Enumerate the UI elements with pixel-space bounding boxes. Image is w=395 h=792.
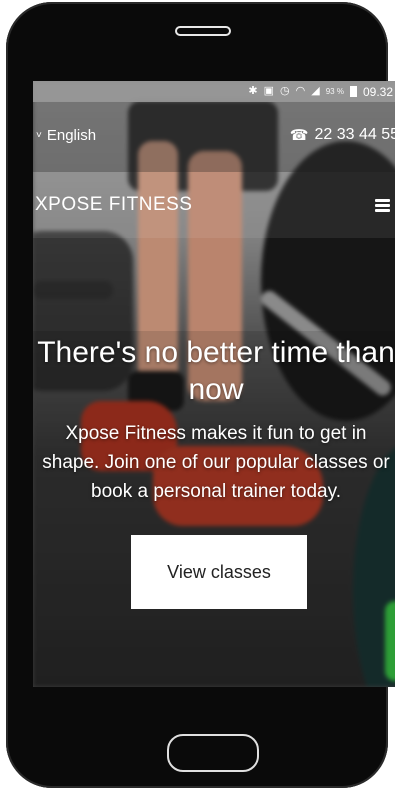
phone-speaker [175,26,231,36]
phone-frame: ✱ ▣ ◷ ◠ ◢ 93 % 09.32 ˅ English ☎ 22 33 4… [6,2,395,788]
phone-number: 22 33 44 55 [314,126,395,143]
phone-link[interactable]: ☎ 22 33 44 55 [290,126,395,144]
chevron-down-icon: ˅ [36,130,42,141]
hero-title: There's no better time than now [37,336,395,406]
signal-icon: ◢ [311,85,320,97]
status-bar: ✱ ▣ ◷ ◠ ◢ 93 % 09.32 [33,81,395,102]
status-time: 09.32 [362,84,393,99]
view-classes-button[interactable]: View classes [131,535,307,609]
battery-icon [349,86,357,97]
language-selector[interactable]: ˅ English [36,127,96,144]
bluetooth-icon: ✱ [248,85,258,97]
vibrate-icon: ▣ [263,85,275,97]
phone-icon: ☎ [289,127,309,144]
hamburger-menu-icon[interactable] [375,199,390,212]
alarm-icon: ◷ [280,85,290,97]
wifi-icon: ◠ [295,85,306,97]
home-button[interactable] [167,734,259,772]
phone-screen: ✱ ▣ ◷ ◠ ◢ 93 % 09.32 ˅ English ☎ 22 33 4… [33,81,395,687]
language-label: English [46,127,97,144]
hero-subtitle: Xpose Fitness makes it fun to get in sha… [42,423,390,502]
battery-percent: 93 % [325,87,344,96]
brand-logo[interactable]: XPOSE FITNESS [35,194,192,216]
